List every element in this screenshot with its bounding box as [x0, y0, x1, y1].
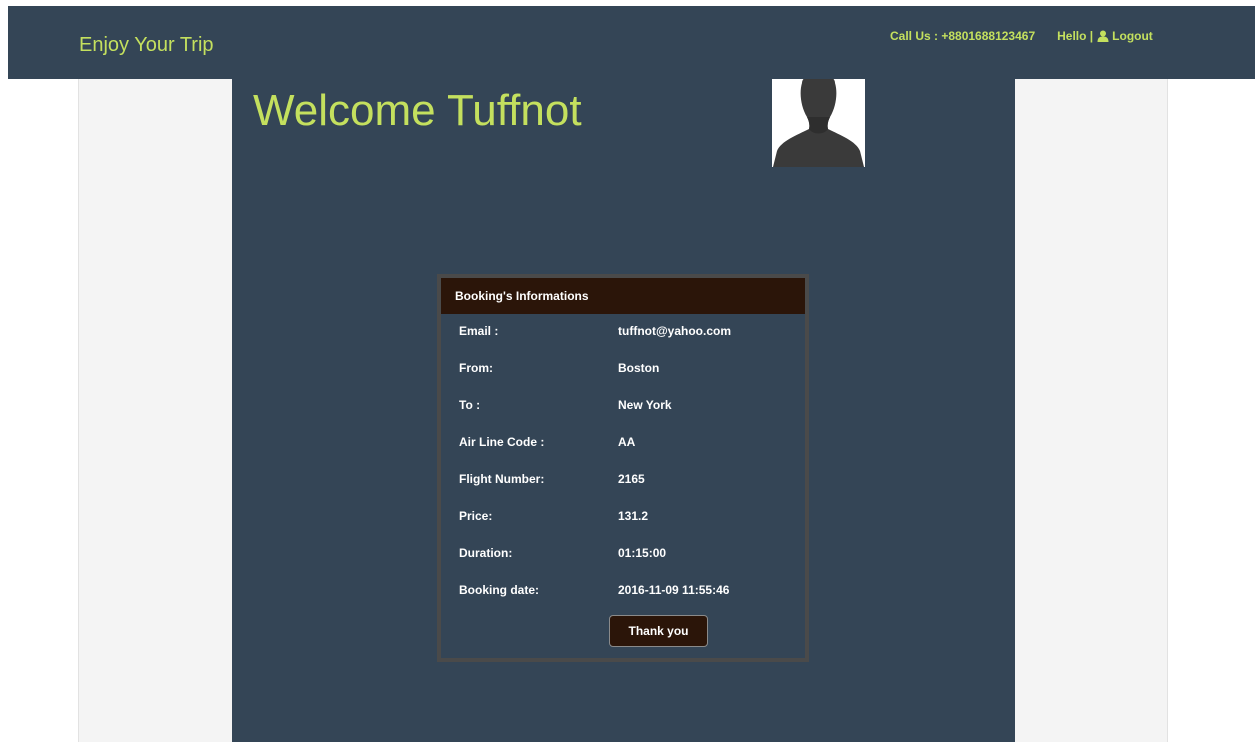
from-value: Boston	[618, 361, 660, 375]
duration-label: Duration:	[459, 546, 513, 560]
booking-row-airline-code: Air Line Code : AA	[441, 435, 805, 455]
to-label: To :	[459, 398, 481, 412]
booking-row-from: From: Boston	[441, 361, 805, 381]
booking-row-booking-date: Booking date: 2016-11-09 11:55:46	[441, 583, 805, 603]
flight-number-label: Flight Number:	[459, 472, 545, 486]
call-us-text: Call Us : +8801688123467	[890, 29, 1036, 43]
booking-info-card: Booking's Informations Email : tuffnot@y…	[437, 274, 809, 662]
booking-row-flight-number: Flight Number: 2165	[441, 472, 805, 492]
from-label: From:	[459, 361, 493, 375]
flight-number-value: 2165	[618, 472, 645, 486]
price-value: 131.2	[618, 509, 649, 523]
booking-row-duration: Duration: 01:15:00	[441, 546, 805, 566]
booking-row-to: To : New York	[441, 398, 805, 418]
booking-date-value: 2016-11-09 11:55:46	[618, 583, 730, 597]
airline-code-value: AA	[618, 435, 636, 449]
welcome-heading: Welcome Tuffnot	[253, 86, 582, 135]
booking-card-title: Booking's Informations	[441, 278, 805, 314]
email-value: tuffnot@yahoo.com	[618, 324, 732, 338]
logout-link[interactable]: Logout	[1112, 29, 1153, 43]
brand-link[interactable]: Enjoy Your Trip	[79, 34, 214, 57]
price-label: Price:	[459, 509, 493, 523]
top-navbar: Enjoy Your Trip Call Us : +8801688123467…	[8, 6, 1255, 79]
booking-row-email: Email : tuffnot@yahoo.com	[441, 324, 805, 344]
booking-row-price: Price: 131.2	[441, 509, 805, 529]
navbar-right: Call Us : +8801688123467 Hello | Logout	[890, 29, 1153, 43]
booking-date-label: Booking date:	[459, 583, 539, 597]
duration-value: 01:15:00	[618, 546, 667, 560]
user-silhouette-icon	[772, 79, 865, 167]
user-icon	[1097, 30, 1109, 42]
airline-code-label: Air Line Code :	[459, 435, 545, 449]
email-label: Email :	[459, 324, 499, 338]
hello-text: Hello |	[1057, 29, 1094, 43]
thank-you-button[interactable]: Thank you	[609, 615, 708, 647]
avatar	[772, 79, 865, 167]
page: Enjoy Your Trip Call Us : +8801688123467…	[0, 0, 1255, 742]
to-value: New York	[618, 398, 672, 412]
